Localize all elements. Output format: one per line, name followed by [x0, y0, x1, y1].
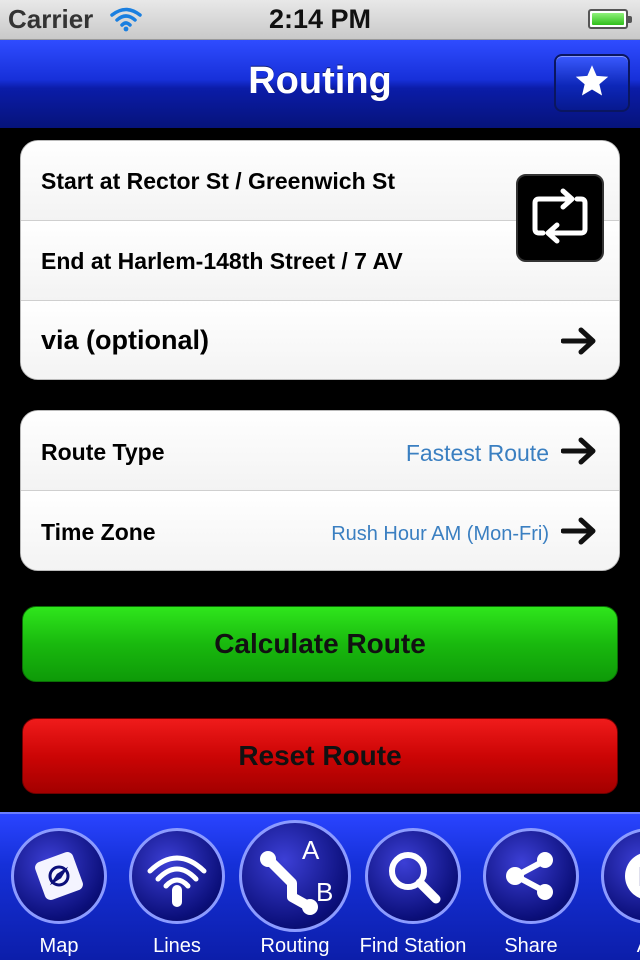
reset-route-button[interactable]: Reset Route [22, 718, 618, 794]
calculate-route-button[interactable]: Calculate Route [22, 606, 618, 682]
via-label: via (optional) [41, 325, 209, 355]
star-icon [574, 63, 610, 104]
route-type-row[interactable]: Route Type Fastest Route [21, 411, 619, 491]
tab-label: Lines [153, 935, 201, 957]
battery-icon [588, 9, 632, 29]
tab-label: Share [504, 935, 558, 957]
swap-arrows-icon [529, 185, 591, 252]
end-station-label: End at Harlem-148th Street / 7 AV [41, 248, 403, 274]
time-zone-label: Time Zone [41, 519, 156, 545]
swap-endpoints-button[interactable] [516, 174, 604, 262]
map-icon [11, 828, 107, 924]
routing-icon: A B [239, 820, 351, 932]
time-zone-value: Rush Hour AM (Mon-Fri) [331, 523, 549, 545]
tab-lines[interactable]: Lines [118, 814, 236, 960]
page-title: Routing [248, 60, 392, 102]
arrow-right-icon [560, 515, 599, 552]
share-icon [483, 828, 579, 924]
favorites-button[interactable] [554, 54, 630, 112]
tab-bar: Map Lines A B Routing Find Station Share [0, 812, 640, 960]
start-station-label: Start at Rector St / Greenwich St [41, 168, 396, 194]
tab-share[interactable]: Share [472, 814, 590, 960]
arrow-right-icon [560, 435, 599, 472]
status-time: 2:14 PM [268, 4, 372, 34]
about-icon: M [601, 828, 640, 924]
svg-text:A: A [302, 835, 320, 865]
tab-label: Find Station [359, 935, 467, 957]
navigation-bar: Routing [0, 40, 640, 128]
via-station-row[interactable]: via (optional) [21, 301, 619, 379]
lines-icon [129, 828, 225, 924]
search-icon [365, 828, 461, 924]
tab-map[interactable]: Map [0, 814, 118, 960]
tab-find-station[interactable]: Find Station [354, 814, 472, 960]
battery-level [592, 13, 624, 25]
status-bar: Carrier 2:14 PM [0, 0, 640, 40]
tab-routing[interactable]: A B Routing [236, 814, 354, 960]
tab-label: Routing [260, 935, 330, 957]
tab-label: Map [39, 935, 79, 957]
svg-text:B: B [316, 877, 333, 907]
route-type-value: Fastest Route [405, 440, 549, 466]
route-options-group: Route Type Fastest Route Time Zone Rush … [20, 410, 620, 571]
tab-about[interactable]: M Ab [590, 814, 640, 960]
route-type-label: Route Type [41, 439, 165, 465]
time-zone-row[interactable]: Time Zone Rush Hour AM (Mon-Fri) [21, 491, 619, 570]
tab-label: Ab [590, 935, 640, 958]
arrow-right-icon [560, 325, 599, 362]
